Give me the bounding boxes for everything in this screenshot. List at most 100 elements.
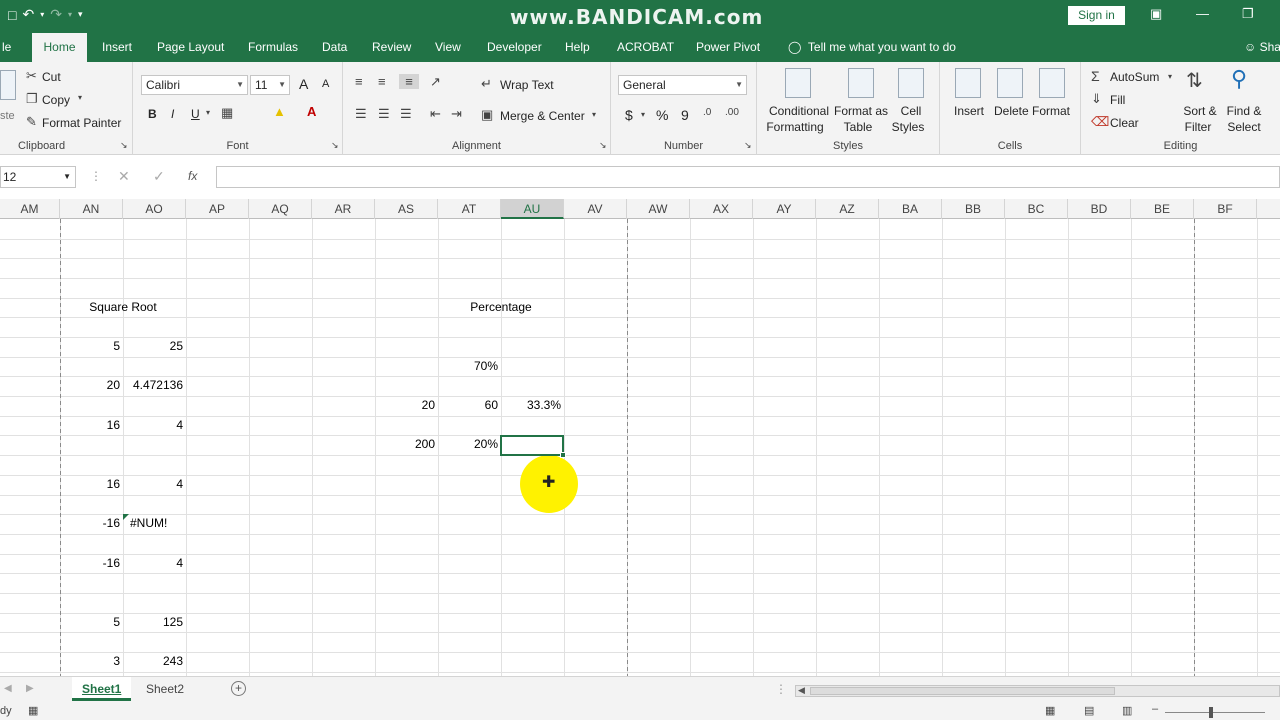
column-header-an[interactable]: AN: [60, 199, 123, 219]
number-format-select[interactable]: General ▼: [618, 75, 747, 95]
column-header-at[interactable]: AT: [438, 199, 501, 219]
format-as-table-label-2[interactable]: Table: [833, 120, 883, 134]
page-break-view-icon[interactable]: ▥: [1122, 704, 1132, 717]
column-header-ao[interactable]: AO: [123, 199, 186, 219]
fill-button[interactable]: Fill: [1110, 93, 1125, 107]
cell-at-value[interactable]: 60: [438, 396, 501, 415]
bold-button[interactable]: B: [148, 107, 157, 121]
sheet-tab-sheet2[interactable]: Sheet2: [136, 677, 194, 701]
redo-icon[interactable]: ↷: [50, 6, 62, 23]
italic-button[interactable]: I: [171, 107, 174, 121]
ribbon-display-options-icon[interactable]: ▣: [1150, 6, 1162, 22]
grow-font-button[interactable]: A: [299, 76, 308, 92]
cell-styles-label[interactable]: Cell: [893, 104, 929, 118]
currency-button[interactable]: $: [625, 107, 633, 123]
tab-review[interactable]: Review: [368, 33, 415, 62]
copy-dropdown-icon[interactable]: ▾: [78, 93, 82, 102]
cell-ao-value[interactable]: 25: [123, 337, 186, 356]
column-header-bc[interactable]: BC: [1005, 199, 1068, 219]
autosum-dropdown-icon[interactable]: ▾: [1168, 72, 1172, 81]
fill-color-icon[interactable]: ▲: [273, 104, 286, 119]
increase-indent-icon[interactable]: ⇥: [451, 106, 462, 122]
tab-view[interactable]: View: [431, 33, 465, 62]
cell-styles-label-2[interactable]: Styles: [889, 120, 927, 134]
cell-square-root-title[interactable]: Square Root: [60, 298, 186, 317]
merge-dropdown-icon[interactable]: ▾: [592, 110, 596, 119]
column-header-aq[interactable]: AQ: [249, 199, 312, 219]
percent-button[interactable]: %: [656, 107, 668, 123]
column-header-be[interactable]: BE: [1131, 199, 1194, 219]
format-as-table-label[interactable]: Format as: [833, 104, 889, 118]
undo-dropdown-icon[interactable]: ▾: [40, 10, 44, 19]
autosum-button[interactable]: AutoSum: [1110, 70, 1159, 84]
font-color-icon[interactable]: A: [307, 104, 316, 119]
restore-icon[interactable]: ❐: [1242, 6, 1254, 22]
font-size-select[interactable]: 11 ▼: [250, 75, 290, 95]
cell-ao-error-value[interactable]: #NUM!: [126, 514, 186, 533]
normal-view-icon[interactable]: ▦: [1045, 704, 1055, 717]
save-icon[interactable]: □: [8, 7, 16, 23]
tab-page-layout[interactable]: Page Layout: [153, 33, 228, 62]
redo-dropdown-icon[interactable]: ▾: [68, 10, 72, 19]
copy-button[interactable]: Copy: [42, 93, 70, 107]
autosum-icon[interactable]: Σ: [1091, 68, 1100, 84]
format-cells-button[interactable]: Format: [1032, 104, 1070, 118]
cell-as-value[interactable]: 200: [375, 435, 438, 454]
font-launcher-icon[interactable]: ↘: [331, 140, 339, 151]
column-header-bd[interactable]: BD: [1068, 199, 1131, 219]
zoom-out-icon[interactable]: –: [1152, 703, 1158, 715]
tab-acrobat[interactable]: ACROBAT: [613, 33, 678, 62]
tab-developer[interactable]: Developer: [483, 33, 546, 62]
scroll-sheets-right-icon[interactable]: ▶: [26, 683, 34, 694]
clipboard-launcher-icon[interactable]: ↘: [120, 140, 128, 151]
cell-ao-value[interactable]: 243: [123, 652, 186, 671]
conditional-formatting-label[interactable]: Conditional: [767, 104, 831, 118]
cell-at-value[interactable]: 20%: [438, 435, 501, 454]
column-header-au[interactable]: AU: [501, 199, 564, 219]
wrap-text-icon[interactable]: ↵: [481, 76, 492, 92]
clear-button[interactable]: Clear: [1110, 116, 1139, 130]
format-painter-icon[interactable]: ✎: [26, 114, 37, 130]
cell-as-value[interactable]: 20: [375, 396, 438, 415]
cancel-entry-icon[interactable]: ✕: [118, 168, 130, 185]
borders-icon[interactable]: ▦: [221, 105, 233, 121]
format-painter-button[interactable]: Format Painter: [42, 116, 121, 130]
page-layout-view-icon[interactable]: ▤: [1084, 704, 1094, 717]
underline-dropdown-icon[interactable]: ▾: [206, 108, 210, 117]
tab-help[interactable]: Help: [561, 33, 594, 62]
column-header-bb[interactable]: BB: [942, 199, 1005, 219]
decrease-decimal-icon[interactable]: .00: [725, 107, 739, 118]
formula-bar-grip-icon[interactable]: ⋮: [90, 169, 102, 183]
cell-an-value[interactable]: -16: [60, 554, 123, 573]
cell-at-value[interactable]: 70%: [438, 357, 501, 376]
column-header-am[interactable]: AM: [0, 199, 60, 219]
insert-function-button[interactable]: fx: [188, 169, 197, 183]
cell-an-value[interactable]: 20: [60, 376, 123, 395]
column-header-ba[interactable]: BA: [879, 199, 942, 219]
error-indicator-icon[interactable]: [123, 514, 129, 520]
horizontal-scroll-thumb[interactable]: [810, 687, 1115, 695]
column-header-ax[interactable]: AX: [690, 199, 753, 219]
name-box[interactable]: 12 ▼: [0, 166, 76, 188]
fill-icon[interactable]: ⇓: [1091, 91, 1102, 107]
tab-home[interactable]: Home: [32, 33, 87, 62]
scroll-sheets-left-icon[interactable]: ◀: [4, 683, 12, 694]
cell-an-value[interactable]: 5: [60, 337, 123, 356]
underline-button[interactable]: U: [191, 107, 200, 121]
active-cell-selection[interactable]: [500, 435, 564, 456]
number-launcher-icon[interactable]: ↘: [744, 140, 752, 151]
copy-icon[interactable]: ❐: [26, 91, 38, 107]
cell-ao-value[interactable]: 4: [123, 416, 186, 435]
cut-button[interactable]: Cut: [42, 70, 61, 84]
horizontal-scrollbar[interactable]: ◀: [795, 685, 1280, 697]
scroll-left-icon[interactable]: ◀: [798, 685, 805, 696]
column-header-ar[interactable]: AR: [312, 199, 375, 219]
align-bottom-icon[interactable]: ≡: [399, 74, 419, 89]
sort-filter-button[interactable]: Sort &: [1180, 104, 1220, 118]
shrink-font-button[interactable]: A: [322, 78, 329, 90]
comma-style-button[interactable]: 9: [681, 107, 689, 123]
share-button[interactable]: ☺ Sha: [1240, 33, 1280, 62]
cell-an-value[interactable]: 3: [60, 652, 123, 671]
merge-center-button[interactable]: Merge & Center: [500, 109, 585, 123]
column-header-az[interactable]: AZ: [816, 199, 879, 219]
